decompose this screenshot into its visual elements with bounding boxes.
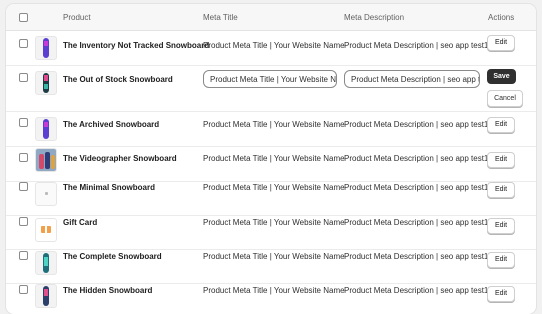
meta-description: Product Meta Description | seo app test1 <box>344 286 489 295</box>
header-meta-title[interactable]: Meta Title <box>203 13 238 22</box>
cancel-button[interactable]: Cancel <box>487 90 523 107</box>
meta-title: Product Meta Title | Your Website Name <box>203 252 345 261</box>
product-name[interactable]: The Minimal Snowboard <box>63 183 155 192</box>
edit-button[interactable]: Edit <box>487 182 515 198</box>
meta-title: Product Meta Title | Your Website Name <box>203 286 345 295</box>
save-button[interactable]: Save <box>487 69 516 84</box>
row-checkbox[interactable] <box>19 153 28 162</box>
product-name[interactable]: The Out of Stock Snowboard <box>63 75 173 84</box>
edit-button[interactable]: Edit <box>487 218 515 234</box>
header-product[interactable]: Product <box>63 13 91 22</box>
row-checkbox[interactable] <box>19 182 28 191</box>
meta-description: Product Meta Description | seo app test1 <box>344 252 489 261</box>
meta-description: Product Meta Description | seo app test1 <box>344 120 489 129</box>
table-row[interactable]: The Hidden Snowboard Product Meta Title … <box>6 284 536 314</box>
row-checkbox[interactable] <box>19 118 28 127</box>
row-checkbox[interactable] <box>19 73 28 82</box>
product-name[interactable]: Gift Card <box>63 218 97 227</box>
snowboard-photo-thumbnail <box>35 148 57 172</box>
snowboard-purple-thumbnail <box>35 117 57 141</box>
header-actions: Actions <box>488 13 515 22</box>
row-checkbox[interactable] <box>19 39 28 48</box>
product-name[interactable]: The Archived Snowboard <box>63 120 159 129</box>
meta-title: Product Meta Title | Your Website Name <box>203 120 345 129</box>
product-name[interactable]: The Videographer Snowboard <box>63 154 177 163</box>
header-meta-description[interactable]: Meta Description <box>344 13 404 22</box>
snowboard-teal-thumbnail <box>35 284 57 308</box>
edit-button[interactable]: Edit <box>487 35 515 51</box>
table-row[interactable]: The Archived Snowboard Product Meta Titl… <box>6 112 536 147</box>
snowboard-minimal-thumbnail <box>35 182 57 206</box>
products-table-card: Product Meta Title Meta Description Acti… <box>6 4 536 314</box>
meta-description-input[interactable]: Product Meta Description | seo app test1 <box>344 70 480 88</box>
meta-title: Product Meta Title | Your Website Name <box>203 183 345 192</box>
table-row[interactable]: The Minimal Snowboard Product Meta Title… <box>6 182 536 216</box>
edit-button[interactable]: Edit <box>487 286 515 302</box>
row-checkbox[interactable] <box>19 251 28 260</box>
table-header: Product Meta Title Meta Description Acti… <box>6 4 536 31</box>
snowboard-pink-thumbnail <box>35 71 57 95</box>
table-row-editing[interactable]: The Out of Stock Snowboard Product Meta … <box>6 66 536 112</box>
edit-button[interactable]: Edit <box>487 117 515 133</box>
select-all-checkbox[interactable] <box>19 13 28 22</box>
meta-title: Product Meta Title | Your Website Name <box>203 218 345 227</box>
product-name[interactable]: The Complete Snowboard <box>63 252 162 261</box>
table-row[interactable]: The Inventory Not Tracked Snowboard Prod… <box>6 31 536 66</box>
snowboard-purple-thumbnail <box>35 36 57 60</box>
product-name[interactable]: The Hidden Snowboard <box>63 286 152 295</box>
meta-title: Product Meta Title | Your Website Name <box>203 41 345 50</box>
table-row[interactable]: Gift Card Product Meta Title | Your Webs… <box>6 216 536 250</box>
gift-card-thumbnail <box>35 218 57 242</box>
edit-button[interactable]: Edit <box>487 152 515 168</box>
meta-description: Product Meta Description | seo app test1 <box>344 41 489 50</box>
table-row[interactable]: The Videographer Snowboard Product Meta … <box>6 147 536 182</box>
meta-description: Product Meta Description | seo app test1 <box>344 218 489 227</box>
snowboard-teal-thumbnail <box>35 251 57 275</box>
row-checkbox[interactable] <box>19 285 28 294</box>
meta-title: Product Meta Title | Your Website Name <box>203 154 345 163</box>
edit-button[interactable]: Edit <box>487 252 515 268</box>
row-checkbox[interactable] <box>19 217 28 226</box>
meta-description: Product Meta Description | seo app test1 <box>344 183 489 192</box>
meta-title-input[interactable]: Product Meta Title | Your Website Name <box>203 70 337 88</box>
table-row[interactable]: The Complete Snowboard Product Meta Titl… <box>6 250 536 284</box>
product-name[interactable]: The Inventory Not Tracked Snowboard <box>63 41 209 50</box>
meta-description: Product Meta Description | seo app test1 <box>344 154 489 163</box>
